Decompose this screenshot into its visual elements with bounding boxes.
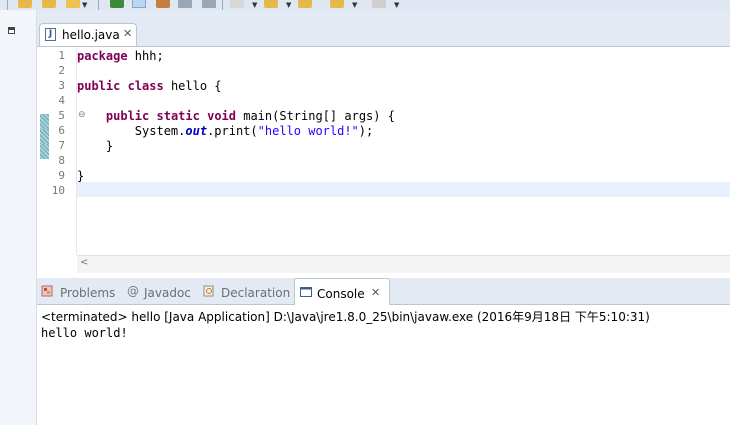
document-icon[interactable] <box>202 0 216 8</box>
line-number: 9 <box>58 169 65 182</box>
code-token: public <box>105 109 150 123</box>
toolbar-separator <box>98 0 99 10</box>
quick-diff-marker <box>40 129 49 144</box>
line-number: 4 <box>58 94 65 107</box>
tab-problems[interactable]: Problems <box>37 278 123 304</box>
toolbar-separator <box>222 0 223 10</box>
code-token: public <box>77 79 121 93</box>
code-line: System.out.print("hello world!"); <box>77 124 373 139</box>
horizontal-scrollbar[interactable]: < <box>77 255 730 273</box>
code-line: package hhh; <box>77 49 164 64</box>
code-line: } <box>77 169 84 184</box>
code-line: } <box>77 139 113 154</box>
line-number: 7 <box>58 139 65 152</box>
tab-declaration-label: Declaration <box>221 286 291 300</box>
tab-declaration[interactable]: Declaration <box>201 278 293 304</box>
line-number: 1 <box>58 49 65 62</box>
line-number: 5 <box>58 109 65 122</box>
tab-javadoc-label: Javadoc <box>144 286 191 300</box>
back-arrow-icon[interactable] <box>298 0 312 8</box>
code-line: public class hello { <box>77 79 222 94</box>
chevron-down-icon[interactable]: ▼ <box>286 1 291 9</box>
line-number-ruler: 1 2 3 4 5 ⊖ 6 7 8 9 10 <box>50 47 86 255</box>
restore-view-icon[interactable] <box>8 27 15 34</box>
editor-area: J hello.java ✕ 1 2 3 4 5 ⊖ 6 7 8 9 10 package hhh;… <box>37 10 730 273</box>
code-token: "hello world!" <box>257 124 359 138</box>
new-wizard-icon[interactable] <box>66 0 80 8</box>
forward-arrow-icon[interactable] <box>330 0 344 8</box>
code-token: static <box>156 109 200 123</box>
view-tab-bar: Problems @ Javadoc Declaration Console ✕ <box>37 278 730 305</box>
edit-icon[interactable] <box>156 0 170 8</box>
java-file-icon: J <box>45 28 56 41</box>
current-line-highlight <box>77 182 730 197</box>
tab-problems-label: Problems <box>60 286 116 300</box>
chevron-down-icon[interactable]: ▼ <box>394 1 399 9</box>
code-token: } <box>77 169 85 183</box>
toolbar-separator <box>7 0 8 10</box>
code-token: out <box>185 124 208 138</box>
code-token: package <box>77 49 128 63</box>
chevron-down-icon[interactable]: ▼ <box>352 1 357 9</box>
left-trim-bar <box>0 10 37 425</box>
code-text-area[interactable]: package hhh; public class hello { public … <box>77 47 730 255</box>
line-number: 2 <box>58 64 65 77</box>
code-token: hello { <box>163 79 222 93</box>
open-type-icon[interactable] <box>42 0 56 8</box>
close-icon[interactable]: ✕ <box>371 286 380 299</box>
quick-diff-marker <box>40 114 49 129</box>
problems-icon <box>41 285 53 297</box>
code-token: main(String[] args) { <box>236 109 395 123</box>
code-token: void <box>207 109 236 123</box>
code-token: .print( <box>207 124 258 138</box>
console-output[interactable]: hello world! <box>41 326 128 340</box>
open-folder-icon[interactable] <box>18 0 32 8</box>
run-icon[interactable] <box>110 0 124 8</box>
tab-console-label: Console <box>317 287 365 301</box>
chevron-down-icon[interactable]: ▼ <box>252 1 257 9</box>
next-annotation-icon[interactable] <box>264 0 278 8</box>
code-token: ); <box>358 124 374 138</box>
code-token: System. <box>77 124 186 138</box>
highlight-toggle-icon[interactable] <box>132 0 146 8</box>
editor-tab-hello-java[interactable]: J hello.java ✕ <box>39 23 137 47</box>
code-token: } <box>77 139 114 153</box>
scroll-left-icon[interactable]: < <box>80 257 88 268</box>
javadoc-icon: @ <box>127 284 139 298</box>
line-number: 6 <box>58 124 65 137</box>
nav-arrow-icon[interactable] <box>372 0 386 8</box>
console-view: Problems @ Javadoc Declaration Console ✕… <box>37 278 730 425</box>
chevron-down-icon[interactable]: ▼ <box>82 1 87 9</box>
close-icon[interactable]: ✕ <box>123 27 132 40</box>
editor-tab-bar: J hello.java ✕ <box>37 23 730 47</box>
editor-tab-label: hello.java <box>62 28 120 42</box>
code-line: public static void main(String[] args) { <box>77 109 395 124</box>
main-toolbar: ▼ ▼ ▼ ▼ ▼ <box>0 0 730 10</box>
annotation-icon[interactable] <box>230 0 244 8</box>
code-token: class <box>127 79 164 93</box>
tab-console[interactable]: Console ✕ <box>294 278 390 305</box>
code-token: hhh; <box>127 49 164 63</box>
line-number: 3 <box>58 79 65 92</box>
console-process-description: <terminated> hello [Java Application] D:… <box>41 310 650 324</box>
quick-diff-ruler <box>37 47 50 255</box>
declaration-icon <box>203 285 214 297</box>
clipboard-icon[interactable] <box>178 0 192 8</box>
quick-diff-marker <box>40 144 49 159</box>
code-editor[interactable]: 1 2 3 4 5 ⊖ 6 7 8 9 10 package hhh; public class he… <box>37 46 730 273</box>
console-icon <box>300 287 312 297</box>
line-number: 8 <box>58 154 65 167</box>
line-number: 10 <box>51 184 65 197</box>
tab-javadoc[interactable]: @ Javadoc <box>125 278 201 304</box>
